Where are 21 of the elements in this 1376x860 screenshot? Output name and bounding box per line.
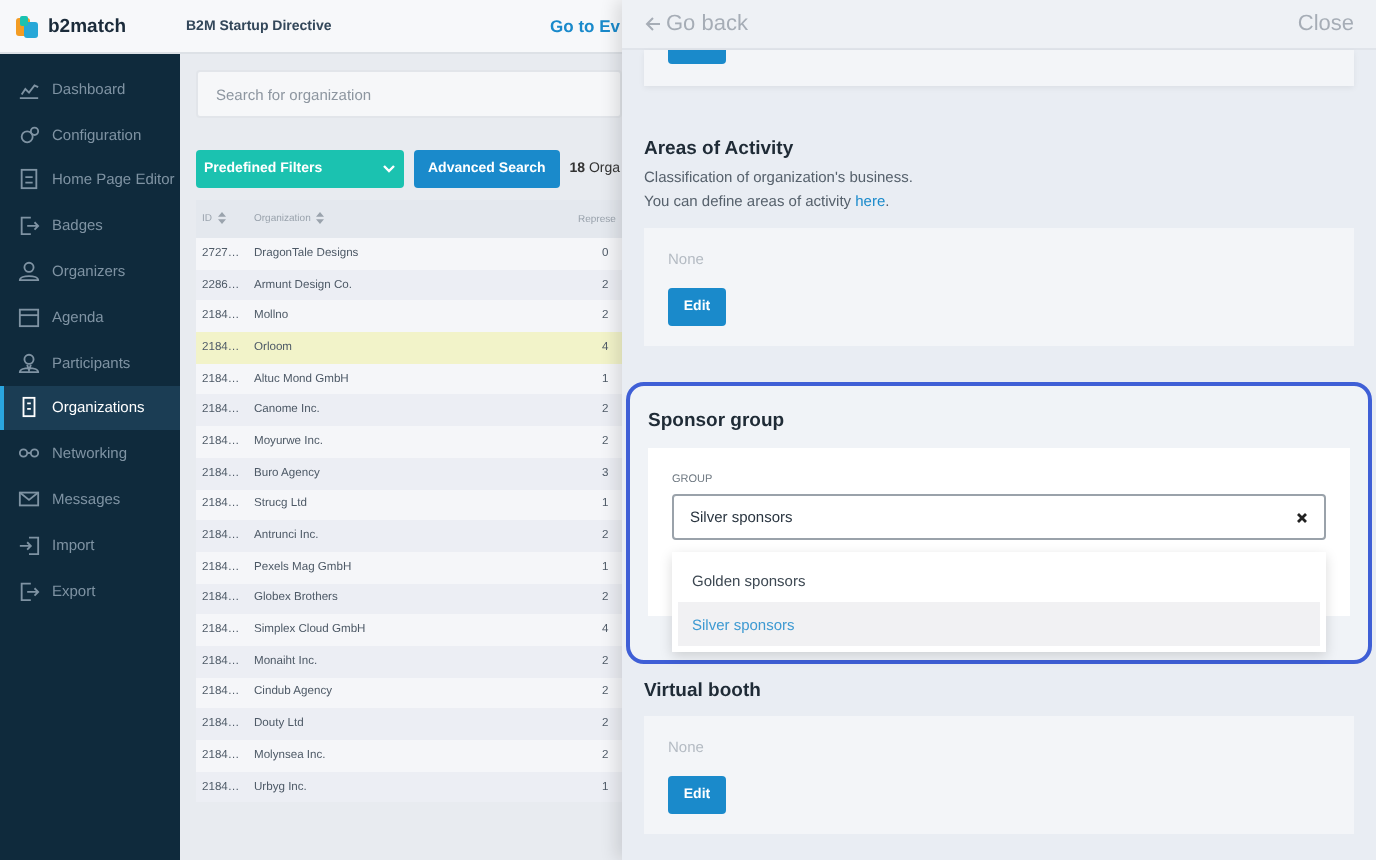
exit-icon — [18, 579, 40, 602]
gear-icon — [18, 123, 40, 146]
calendar-icon — [18, 305, 40, 328]
section-title: Virtual booth — [644, 680, 763, 702]
enter-icon — [18, 533, 40, 556]
logo-icon — [14, 13, 40, 39]
exit-icon — [18, 214, 40, 237]
page-icon — [18, 168, 40, 191]
envelope-icon — [18, 488, 40, 511]
section-title: Areas of Activity — [644, 138, 796, 160]
arrow-left-icon — [644, 16, 662, 32]
section-title: Sponsor group — [648, 410, 787, 432]
sort-icon[interactable] — [316, 212, 325, 225]
go-to-event-link[interactable]: Go to Ev — [550, 16, 620, 36]
sort-icon[interactable] — [218, 212, 226, 225]
logo-text: b2match — [48, 15, 127, 37]
building-icon — [18, 396, 40, 419]
person-icon — [18, 351, 40, 374]
caret-icon — [382, 164, 396, 174]
person-icon — [18, 260, 40, 283]
clear-icon[interactable] — [1296, 511, 1308, 523]
